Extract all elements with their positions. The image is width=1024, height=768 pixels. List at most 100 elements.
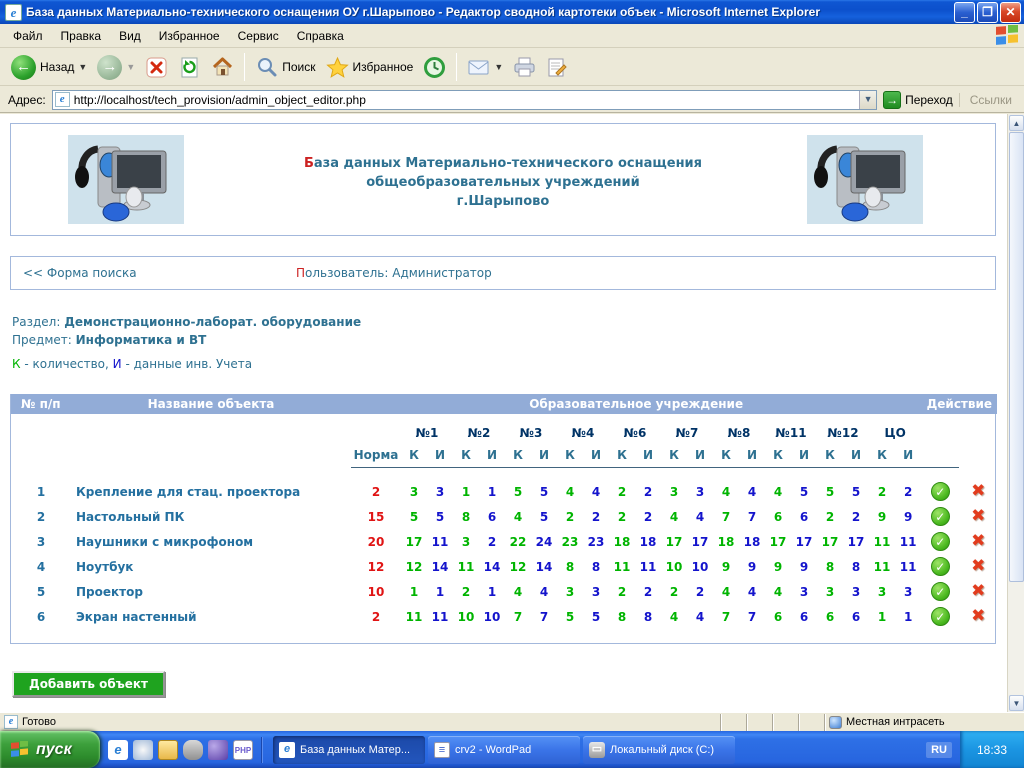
- confirm-icon[interactable]: ✓: [931, 482, 950, 501]
- schools-header-row: №1№2№3№4№6№7№8№11№12ЦО: [11, 414, 997, 443]
- search-button[interactable]: Поиск: [250, 54, 320, 81]
- forward-button[interactable]: → ▼: [92, 53, 140, 82]
- refresh-button[interactable]: [173, 54, 206, 81]
- object-name: Экран настенный: [71, 604, 351, 629]
- confirm-icon[interactable]: ✓: [931, 582, 950, 601]
- go-button[interactable]: → Переход: [883, 91, 953, 109]
- quantity-value: 3: [453, 529, 479, 554]
- vertical-scrollbar[interactable]: ▲ ▼: [1007, 114, 1024, 712]
- edit-button[interactable]: [541, 54, 574, 81]
- scrollbar-thumb[interactable]: [1009, 132, 1024, 582]
- inventory-value: 6: [791, 604, 817, 629]
- quantity-value: 2: [609, 504, 635, 529]
- quantity-value: 2: [661, 579, 687, 604]
- confirm-icon[interactable]: ✓: [931, 507, 950, 526]
- norm-value: 10: [351, 579, 401, 604]
- mail-dropdown-icon[interactable]: ▼: [494, 62, 503, 72]
- history-button[interactable]: [418, 54, 451, 81]
- ie-quicklaunch-icon[interactable]: e: [108, 740, 128, 760]
- object-name: Настольный ПК: [71, 504, 351, 529]
- confirm-icon[interactable]: ✓: [931, 607, 950, 626]
- inventory-value: 1: [479, 579, 505, 604]
- restore-button[interactable]: ❐: [977, 2, 998, 23]
- menu-help[interactable]: Справка: [288, 26, 353, 46]
- quantity-value: 1: [453, 479, 479, 504]
- toolbar-separator: [456, 53, 457, 81]
- quantity-value: 8: [609, 604, 635, 629]
- inventory-value: 4: [739, 479, 765, 504]
- inventory-value: 3: [687, 479, 713, 504]
- back-button[interactable]: ← Назад ▼: [6, 53, 92, 82]
- delete-icon[interactable]: ✖: [971, 482, 985, 501]
- mail-button[interactable]: ▼: [462, 54, 508, 81]
- search-form-link[interactable]: << Форма поиска: [23, 266, 137, 280]
- favorites-button[interactable]: Избранное: [321, 54, 419, 81]
- inventory-value: 5: [583, 604, 609, 629]
- taskbar-task-button[interactable]: ≡crv2 - WordPad: [428, 736, 580, 764]
- k-header: К: [661, 443, 687, 467]
- i-header: И: [583, 443, 609, 467]
- address-dropdown-icon[interactable]: ▼: [859, 91, 876, 109]
- menu-view[interactable]: Вид: [110, 26, 150, 46]
- quantity-value: 11: [869, 529, 895, 554]
- status-text: Готово: [22, 716, 720, 728]
- media-player-icon[interactable]: [133, 740, 153, 760]
- delete-icon[interactable]: ✖: [971, 557, 985, 576]
- object-name: Ноутбук: [71, 554, 351, 579]
- taskbar-task-button[interactable]: eБаза данных Матер...: [273, 736, 425, 764]
- quantity-value: 2: [817, 504, 843, 529]
- web-page: База данных Материально-технического осн…: [0, 114, 1007, 712]
- windows-flag-icon: [10, 741, 30, 759]
- start-button[interactable]: пуск: [0, 731, 100, 768]
- table-row: 3Наушники с микрофоном201711322224232318…: [11, 529, 997, 554]
- stop-icon: [145, 56, 168, 79]
- close-button[interactable]: ✕: [1000, 2, 1021, 23]
- scroll-down-icon[interactable]: ▼: [1009, 695, 1024, 711]
- address-bar: Адрес: e http://localhost/tech_provision…: [0, 87, 1024, 113]
- confirm-icon[interactable]: ✓: [931, 532, 950, 551]
- address-url[interactable]: http://localhost/tech_provision/admin_ob…: [74, 93, 859, 107]
- refresh-icon: [178, 56, 201, 79]
- delete-icon[interactable]: ✖: [971, 507, 985, 526]
- scroll-up-icon[interactable]: ▲: [1009, 115, 1024, 131]
- menu-favorites[interactable]: Избранное: [150, 26, 229, 46]
- php-editor-icon[interactable]: PHP: [233, 740, 253, 760]
- folder-icon[interactable]: [158, 740, 178, 760]
- delete-icon[interactable]: ✖: [971, 582, 985, 601]
- quantity-value: 4: [661, 604, 687, 629]
- language-indicator[interactable]: RU: [926, 742, 952, 758]
- delete-icon[interactable]: ✖: [971, 532, 985, 551]
- clock[interactable]: 18:33: [977, 743, 1007, 757]
- hardware-icon[interactable]: [183, 740, 203, 760]
- action-cell: ✓: [921, 504, 959, 529]
- status-pane: [720, 714, 746, 731]
- address-input[interactable]: e http://localhost/tech_provision/admin_…: [52, 90, 877, 110]
- taskbar-task-button[interactable]: ▭Локальный диск (C:): [583, 736, 735, 764]
- messenger-icon[interactable]: [208, 740, 228, 760]
- menu-tools[interactable]: Сервис: [229, 26, 288, 46]
- forward-icon: →: [97, 55, 122, 80]
- disk-icon: ▭: [589, 742, 605, 758]
- quantity-value: 8: [817, 554, 843, 579]
- inventory-value: 3: [427, 479, 453, 504]
- home-button[interactable]: [206, 54, 239, 81]
- delete-icon[interactable]: ✖: [971, 607, 985, 626]
- user-bar: << Форма поиска Пользователь: Администра…: [10, 256, 996, 290]
- back-dropdown-icon[interactable]: ▼: [78, 62, 87, 72]
- quantity-value: 4: [713, 579, 739, 604]
- links-label[interactable]: Ссылки: [959, 93, 1020, 107]
- quantity-value: 5: [401, 504, 427, 529]
- stop-button[interactable]: [140, 54, 173, 81]
- add-object-button[interactable]: Добавить объект: [12, 671, 165, 697]
- confirm-icon[interactable]: ✓: [931, 557, 950, 576]
- spacer-row: [11, 467, 997, 479]
- inventory-value: 2: [635, 504, 661, 529]
- menu-file[interactable]: Файл: [4, 26, 52, 46]
- quantity-value: 5: [505, 479, 531, 504]
- quantity-value: 1: [869, 604, 895, 629]
- minimize-button[interactable]: _: [954, 2, 975, 23]
- quantity-value: 11: [609, 554, 635, 579]
- school-header: №7: [661, 414, 713, 443]
- print-button[interactable]: [508, 54, 541, 81]
- menu-edit[interactable]: Правка: [52, 26, 111, 46]
